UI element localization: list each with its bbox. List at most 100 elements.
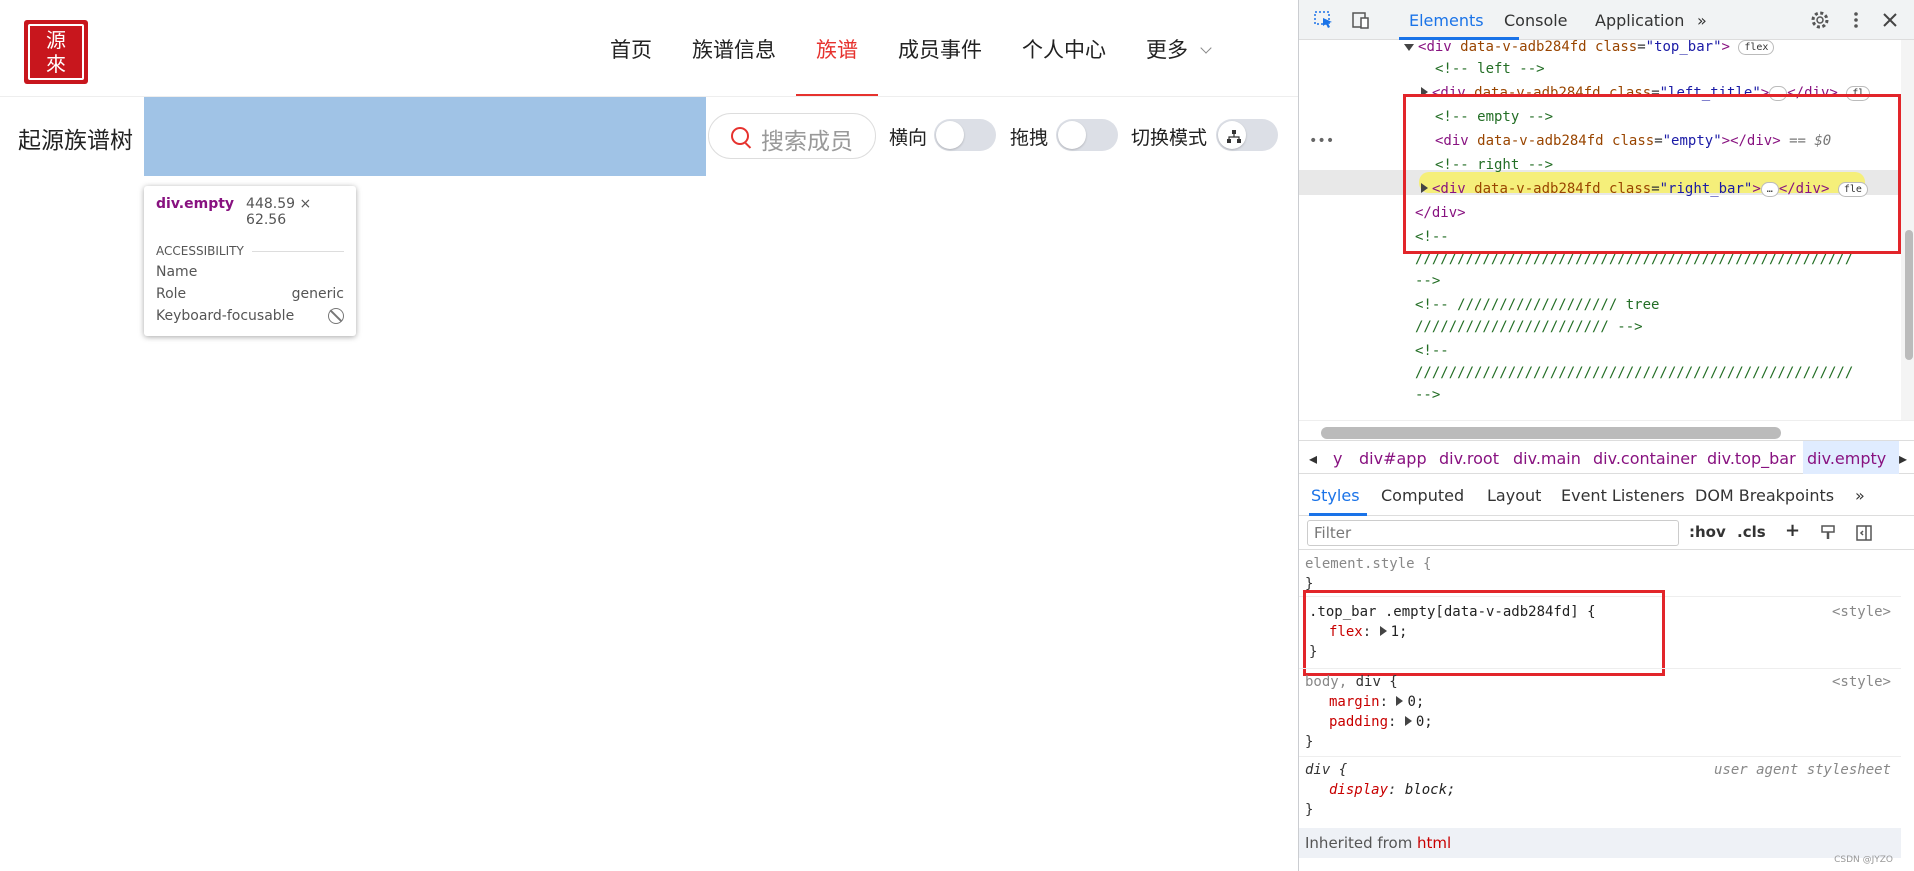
breadcrumb-item[interactable]: y: [1333, 449, 1342, 468]
rule1-source[interactable]: <style>: [1832, 602, 1891, 622]
gear-icon[interactable]: [1809, 10, 1831, 30]
inherited-from-header: Inherited from html: [1299, 828, 1901, 858]
tooltip-row-value: generic: [291, 286, 344, 302]
web-page: 源 來 首页 族谱信息 族谱 成员事件 个人中心 更多 起源族谱树 搜索成员 横…: [0, 0, 1298, 871]
dom-comment-open-2[interactable]: <!--: [1415, 340, 1449, 362]
not-allowed-icon: [328, 308, 344, 324]
tab-console[interactable]: Console: [1504, 11, 1568, 30]
drag-toggle[interactable]: [1056, 119, 1118, 151]
breadcrumb-item[interactable]: div.root: [1439, 449, 1499, 468]
breadcrumb-item[interactable]: div.top_bar: [1707, 449, 1796, 468]
expand-arrow-icon[interactable]: [1396, 696, 1404, 706]
breadcrumb-scroll-left-icon[interactable]: ◂: [1309, 449, 1317, 468]
breadcrumb-item[interactable]: div#app: [1359, 449, 1427, 468]
breadcrumb-item[interactable]: div.main: [1513, 449, 1581, 468]
dom-horizontal-scrollbar[interactable]: [1299, 420, 1914, 442]
nav-home[interactable]: 首页: [590, 30, 672, 96]
tooltip-row-focusable: Keyboard-focusable: [156, 308, 344, 324]
horizontal-label: 横向: [889, 127, 928, 149]
search-member-input[interactable]: 搜索成员: [708, 113, 876, 159]
org-chart-icon: [1227, 130, 1241, 143]
nav-genealogy-info[interactable]: 族谱信息: [672, 30, 796, 96]
horizontal-toggle[interactable]: [934, 119, 996, 151]
search-placeholder: 搜索成员: [761, 129, 853, 155]
inspect-element-icon[interactable]: [1313, 10, 1335, 30]
kebab-menu-icon[interactable]: [1845, 10, 1867, 30]
toggle-knob: [936, 121, 964, 149]
switch-mode-label: 切换模式: [1131, 127, 1208, 149]
tree-title: 起源族谱树: [18, 128, 133, 154]
tooltip-element-name: div.empty: [156, 196, 235, 212]
rule2-source[interactable]: <style>: [1832, 672, 1891, 692]
rule3-selector[interactable]: div {: [1305, 760, 1347, 780]
collapse-arrow-icon[interactable]: [1404, 44, 1414, 51]
annotation-box-dom: [1403, 94, 1901, 254]
device-toolbar-icon[interactable]: [1349, 10, 1371, 30]
dom-node-top-bar[interactable]: <div data-v-adb284fd class="top_bar"> fl…: [1404, 40, 1775, 58]
close-brace: }: [1305, 802, 1314, 818]
styles-filter-input[interactable]: Filter: [1307, 520, 1679, 546]
dom-hscroll-thumb[interactable]: [1321, 427, 1781, 439]
cls-toggle-button[interactable]: .cls: [1737, 523, 1766, 541]
toggle-knob: [1058, 121, 1086, 149]
inherited-label: Inherited from: [1305, 834, 1413, 852]
rule2-selector[interactable]: body, div {: [1305, 672, 1398, 692]
dom-comment-tree-end: /////////////////////// -->: [1415, 319, 1643, 335]
row-ellipsis-icon[interactable]: •••: [1309, 130, 1334, 152]
dom-comment-close: -->: [1415, 273, 1441, 289]
tooltip-row-label: Name: [156, 264, 198, 280]
tooltip-dimensions: 448.59 × 62.56: [246, 196, 312, 228]
tab-application[interactable]: Application: [1595, 11, 1684, 30]
sidebar-toggle-icon[interactable]: [1855, 524, 1873, 542]
tooltip-row-label: Keyboard-focusable: [156, 308, 295, 324]
inherited-tag-link[interactable]: html: [1417, 834, 1451, 852]
dom-comment-left[interactable]: <!-- left -->: [1435, 58, 1545, 80]
devtools-tabbar: Elements Console Application »: [1299, 0, 1914, 40]
nav-personal-center[interactable]: 个人中心: [1002, 30, 1126, 96]
subtab-styles[interactable]: Styles: [1311, 486, 1360, 505]
subtab-computed[interactable]: Computed: [1381, 486, 1464, 505]
chevron-down-icon: [1200, 42, 1212, 54]
rule3-declaration[interactable]: display: block;: [1329, 780, 1455, 800]
element-style-selector[interactable]: element.style {: [1305, 554, 1431, 574]
hov-toggle-button[interactable]: :hov: [1689, 523, 1726, 541]
flex-badge[interactable]: flex: [1738, 40, 1775, 55]
toggle-knob: [1218, 121, 1246, 149]
logo-seal: 源 來: [28, 24, 84, 80]
site-logo[interactable]: 源 來: [24, 20, 88, 84]
dom-scroll-thumb[interactable]: [1905, 230, 1913, 360]
top-bar: 起源族谱树 搜索成员 横向 拖拽 切换模式: [0, 97, 1298, 177]
paint-brush-icon[interactable]: [1819, 524, 1837, 542]
search-icon: [731, 127, 749, 145]
expand-arrow-icon[interactable]: [1404, 716, 1412, 726]
dom-comment-tree[interactable]: <!-- /////////////////// tree: [1415, 294, 1659, 316]
more-tabs-icon[interactable]: »: [1697, 11, 1707, 30]
rule3-source: user agent stylesheet: [1713, 762, 1891, 778]
nav-more[interactable]: 更多: [1126, 30, 1230, 96]
subtab-dom-breakpoints[interactable]: DOM Breakpoints: [1695, 486, 1834, 505]
inspect-tooltip: div.empty 448.59 × 62.56 ACCESSIBILITY N…: [144, 186, 356, 336]
tooltip-row-role: Role generic: [156, 286, 344, 302]
breadcrumb-item-selected[interactable]: div.empty: [1807, 449, 1886, 468]
empty-div-highlight: [144, 97, 706, 176]
styles-filter-bar: Filter :hov .cls +: [1299, 516, 1914, 550]
close-brace: }: [1305, 734, 1314, 750]
watermark: CSDN @JYZO: [1834, 855, 1893, 865]
subtab-layout[interactable]: Layout: [1487, 486, 1541, 505]
close-icon[interactable]: [1879, 10, 1901, 30]
nav-more-label: 更多: [1146, 39, 1188, 62]
nav-member-events[interactable]: 成员事件: [878, 30, 1002, 96]
switch-mode-toggle[interactable]: [1216, 119, 1278, 151]
nav-genealogy[interactable]: 族谱: [796, 30, 878, 96]
drag-label: 拖拽: [1010, 127, 1049, 149]
rule2-declaration-margin[interactable]: margin: 0;: [1329, 692, 1424, 712]
breadcrumb-scroll-right-icon[interactable]: ▸: [1899, 449, 1907, 468]
tab-elements[interactable]: Elements: [1409, 11, 1484, 30]
dom-comment-slashes-2: ////////////////////////////////////////…: [1415, 365, 1854, 381]
breadcrumb-item[interactable]: div.container: [1593, 449, 1697, 468]
more-subtabs-icon[interactable]: »: [1855, 486, 1865, 505]
rule-divider: [1299, 668, 1901, 669]
subtab-event-listeners[interactable]: Event Listeners: [1561, 486, 1685, 505]
rule2-declaration-padding[interactable]: padding: 0;: [1329, 712, 1433, 732]
new-rule-button[interactable]: +: [1785, 520, 1800, 541]
